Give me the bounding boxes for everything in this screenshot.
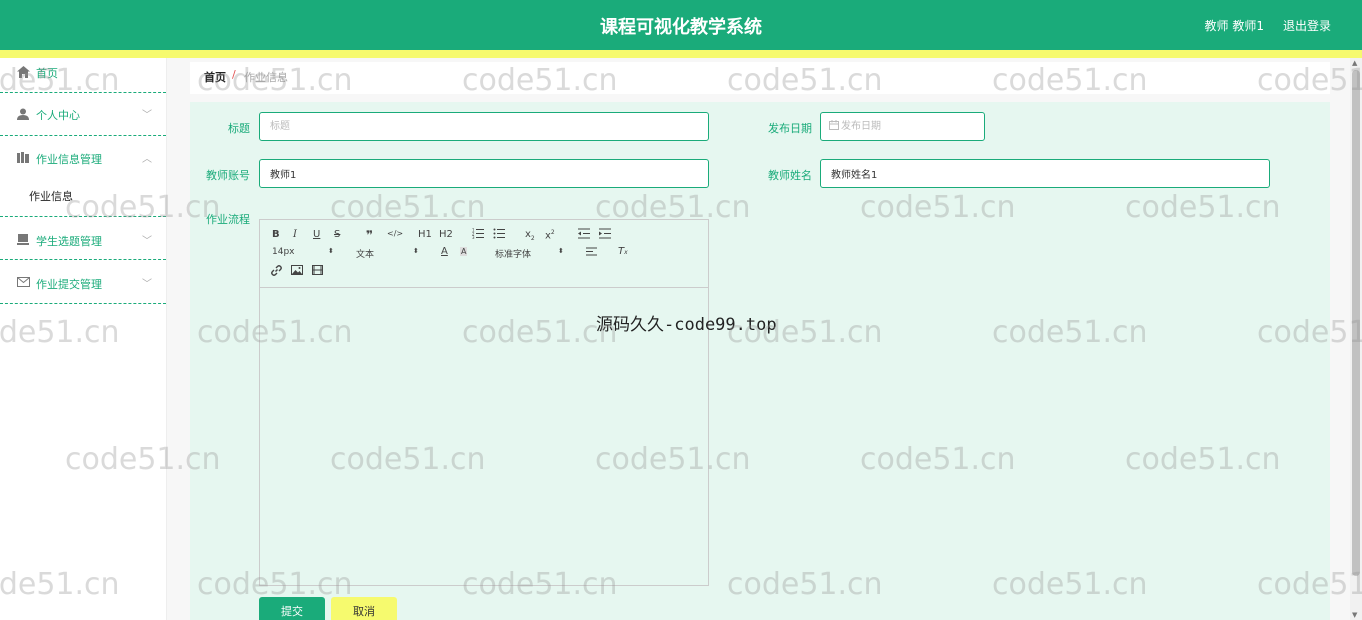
sidebar-item-label: 个人中心 [36,109,80,122]
sidebar-item-label: 作业提交管理 [36,278,102,291]
header-accent-bar [0,50,1362,58]
bullet-list-icon[interactable] [493,228,505,242]
strike-button[interactable]: S [334,229,340,240]
page-scrollbar[interactable]: ▲ ▼ [1350,58,1362,620]
book-icon [17,152,31,164]
scroll-down-icon[interactable]: ▼ [1352,611,1357,619]
bold-button[interactable]: B [272,229,280,240]
clear-format-icon[interactable]: Tx [618,246,628,257]
mail-icon [17,277,31,289]
date-picker[interactable] [820,112,985,141]
underline-button[interactable]: U [313,229,320,240]
promo-text: 源码久久-code99.top [596,315,777,335]
teacher-account-input[interactable] [259,159,709,188]
rich-text-editor: B I U S ❞ </> H1 H2 123 x2 x2 14px ⬍ 文本 … [259,219,709,586]
sidebar-item-submission-management[interactable]: 作业提交管理 ﹀ [0,260,166,304]
chevron-updown-icon: ⬍ [558,247,564,255]
sidebar-subitem-label: 作业信息 [29,190,73,203]
breadcrumb: 首页 / 作业信息 [190,62,1330,94]
sidebar-item-personal[interactable]: 个人中心 ﹀ [0,93,166,136]
align-icon[interactable] [586,247,597,259]
sidebar-item-home[interactable]: 首页 [0,58,166,93]
chevron-updown-icon: ⬍ [328,247,334,255]
italic-button[interactable]: I [293,229,297,240]
title-label: 标题 [228,122,250,135]
h2-button[interactable]: H2 [439,229,453,240]
background-color-icon[interactable]: A [460,247,468,256]
teacher-name-input[interactable] [820,159,1270,188]
ordered-list-icon[interactable]: 123 [472,228,484,242]
indent-icon[interactable] [599,228,611,242]
font-size-select[interactable]: 14px [272,247,295,257]
process-label: 作业流程 [206,213,250,226]
svg-text:3: 3 [472,235,475,239]
link-icon[interactable] [271,265,282,279]
chevron-updown-icon: ⬍ [413,247,419,255]
teacher-name-label: 教师姓名 [768,169,812,182]
image-icon[interactable] [291,265,303,278]
code-icon[interactable]: </> [387,229,403,238]
sidebar-subitem-homework-info[interactable]: 作业信息 [0,174,166,217]
cancel-button[interactable]: 取消 [331,597,397,620]
homework-form: 标题 发布日期 教师账号 教师姓名 作业流程 B I U S ❞ </> H1 … [190,102,1330,620]
editor-toolbar: B I U S ❞ </> H1 H2 123 x2 x2 14px ⬍ 文本 … [260,220,708,288]
h1-button[interactable]: H1 [418,229,432,240]
user-icon [17,108,31,120]
outdent-icon[interactable] [578,228,590,242]
chevron-down-icon: ﹀ [142,279,152,290]
superscript-icon[interactable]: x2 [545,229,555,241]
scroll-up-icon[interactable]: ▲ [1352,59,1357,67]
quote-icon[interactable]: ❞ [366,228,373,242]
current-user: 教师 教师1 [1204,19,1264,33]
app-title: 课程可视化教学系统 [600,17,762,38]
breadcrumb-current: 作业信息 [244,71,288,84]
date-input[interactable] [841,113,981,140]
sidebar-item-label: 作业信息管理 [36,153,102,166]
calendar-icon [829,120,839,133]
sidebar-item-topic-management[interactable]: 学生选题管理 ﹀ [0,217,166,260]
sidebar-item-label: 学生选题管理 [36,235,102,248]
submit-button[interactable]: 提交 [259,597,325,620]
teacher-account-label: 教师账号 [206,169,250,182]
video-icon[interactable] [312,265,323,278]
breadcrumb-separator: / [232,68,236,81]
font-family-select[interactable]: 标准字体 [495,247,531,260]
scrollbar-thumb[interactable] [1352,70,1360,576]
chevron-down-icon: ﹀ [142,236,152,247]
chevron-up-icon: ︿ [142,154,152,165]
format-select[interactable]: 文本 [356,247,374,260]
topic-icon [17,234,31,246]
date-label: 发布日期 [768,122,812,135]
title-input[interactable] [259,112,709,141]
font-color-icon[interactable]: A [441,246,448,257]
app-header: 课程可视化教学系统 教师 教师1 退出登录 [0,0,1362,50]
sidebar-item-label: 首页 [36,67,58,80]
breadcrumb-home[interactable]: 首页 [204,69,226,85]
home-icon [17,66,31,78]
sidebar: 首页 个人中心 ﹀ 作业信息管理 ︿ 作业信息 学生选题管理 ﹀ 作业提交管理 … [0,58,167,620]
logout-link[interactable]: 退出登录 [1283,17,1331,34]
sidebar-item-homework-management[interactable]: 作业信息管理 ︿ [0,136,166,174]
chevron-down-icon: ﹀ [142,110,152,121]
subscript-icon[interactable]: x2 [525,229,535,242]
